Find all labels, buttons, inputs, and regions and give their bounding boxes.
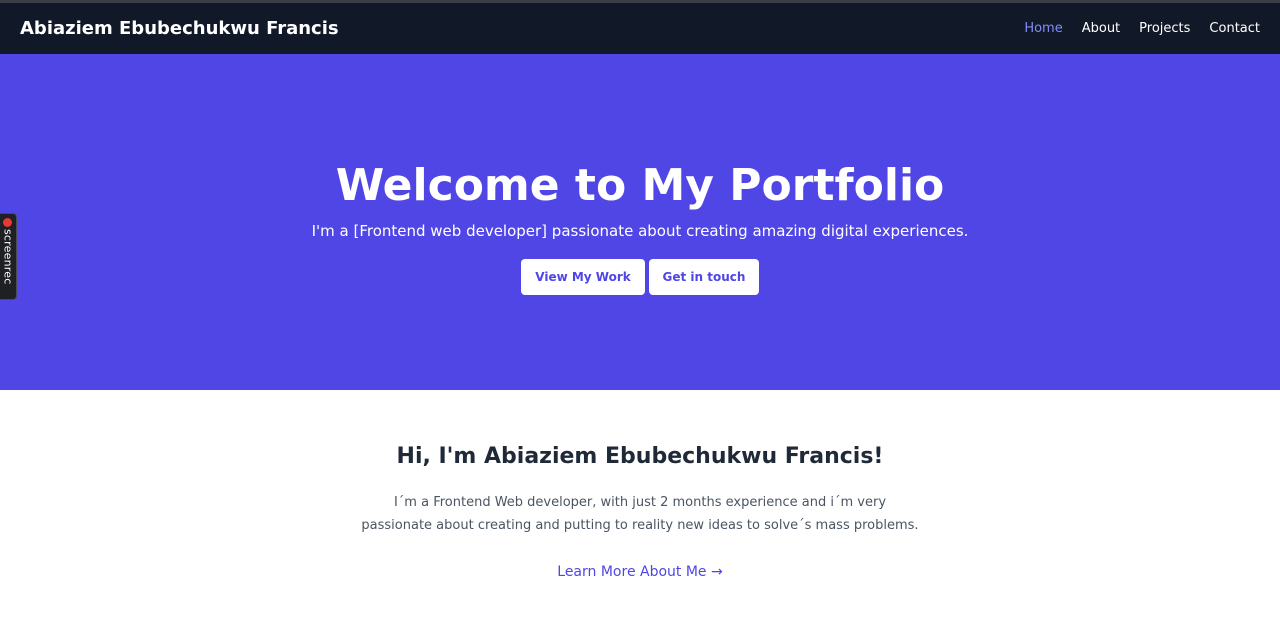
get-in-touch-button[interactable]: Get in touch bbox=[649, 259, 759, 295]
view-my-work-button[interactable]: View My Work bbox=[521, 259, 645, 295]
record-icon bbox=[3, 218, 12, 227]
learn-more-link[interactable]: Learn More About Me → bbox=[0, 562, 1280, 582]
about-heading: Hi, I'm Abiaziem Ebubechukwu Francis! bbox=[396, 444, 884, 469]
screenrec-widget[interactable]: screenrec bbox=[0, 213, 17, 300]
nav-link-home[interactable]: Home bbox=[1024, 21, 1062, 36]
about-section: Hi, I'm Abiaziem Ebubechukwu Francis! I´… bbox=[0, 390, 1280, 627]
page: Abiaziem Ebubechukwu Francis Home About … bbox=[0, 0, 1280, 627]
hero-section: Welcome to My Portfolio I'm a [Frontend … bbox=[0, 54, 1280, 390]
about-text-line-1: I´m a Frontend Web developer, with just … bbox=[393, 495, 887, 510]
nav-link-projects[interactable]: Projects bbox=[1139, 21, 1190, 36]
hero-subtitle: I'm a [Frontend web developer] passionat… bbox=[311, 222, 969, 240]
site-brand[interactable]: Abiaziem Ebubechukwu Francis bbox=[20, 18, 339, 39]
nav-link-contact[interactable]: Contact bbox=[1209, 21, 1260, 36]
about-text-line-2: passionate about creating and putting to… bbox=[361, 518, 919, 533]
about-text: I´m a Frontend Web developer, with just … bbox=[0, 491, 1280, 537]
nav-link-about[interactable]: About bbox=[1082, 21, 1120, 36]
navbar: Abiaziem Ebubechukwu Francis Home About … bbox=[0, 3, 1280, 54]
screenrec-label: screenrec bbox=[1, 229, 15, 285]
nav-links: Home About Projects Contact bbox=[1024, 21, 1260, 36]
hero-buttons: View My Work Get in touch bbox=[0, 259, 1280, 295]
hero-title: Welcome to My Portfolio bbox=[335, 160, 945, 211]
